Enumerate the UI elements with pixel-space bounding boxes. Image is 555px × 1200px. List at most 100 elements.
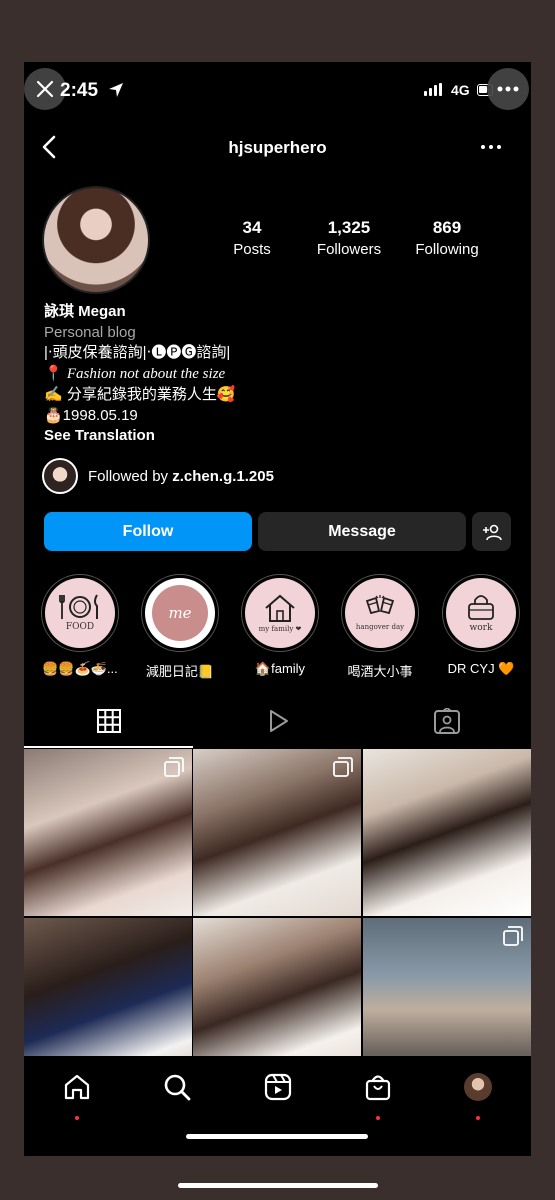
profile-tabs [24, 694, 531, 748]
grid-post[interactable] [24, 749, 192, 916]
followers-count: 1,325 [327, 218, 371, 237]
highlight-cover: hangover day [345, 578, 415, 648]
posts-stat[interactable]: 34 Posts [202, 218, 302, 258]
highlight-caption: 🍔🍔🍝🍜... [42, 661, 118, 676]
network-label: 4G [451, 82, 470, 98]
multiple-photos-icon [333, 757, 353, 777]
highlight-diet-diary[interactable]: me 減肥日記📒 [130, 574, 230, 680]
me-badge: me [152, 585, 208, 641]
more-options-icon[interactable] [478, 136, 504, 158]
reels-icon [264, 1073, 292, 1101]
add-person-icon [482, 524, 502, 540]
highlight-cover: me [145, 578, 215, 648]
highlight-ring: work [442, 574, 520, 652]
highlight-cover-label: me [168, 604, 192, 622]
profile-header: hjsuperhero [24, 126, 531, 168]
tagged-person-icon [433, 708, 460, 734]
posts-label: Posts [233, 241, 271, 258]
nav-profile[interactable] [461, 1070, 495, 1120]
highlight-cover: my family ❤ [245, 578, 315, 648]
highlight-cover-label: my family ❤ [258, 625, 302, 633]
grid-icon [96, 709, 121, 733]
notification-dot [75, 1116, 79, 1120]
ellipsis-icon [497, 86, 519, 92]
highlight-ring: FOOD [41, 574, 119, 652]
bio-line-2: 📍 Fashion not about the size [44, 364, 514, 385]
play-icon [269, 710, 288, 732]
bio-line-3: ✍️ 分享紀錄我的業務人生🥰 [44, 385, 236, 403]
message-button[interactable]: Message [258, 512, 466, 551]
bio-fashion-text: Fashion not about the size [66, 366, 226, 383]
home-icon [64, 1074, 90, 1100]
profile-avatar[interactable] [42, 186, 150, 294]
highlight-cover-label: hangover day [355, 623, 405, 631]
notification-dot [476, 1116, 480, 1120]
shopping-bag-icon [365, 1075, 391, 1101]
follow-button[interactable]: Follow [44, 512, 252, 551]
highlight-work[interactable]: work DR CYJ 🧡 [431, 574, 531, 677]
followed-by-text: Followed by z.chen.g.1.205 [88, 468, 274, 485]
followed-by-user: z.chen.g.1.205 [172, 467, 274, 485]
tab-tagged[interactable] [362, 694, 531, 748]
followers-stat[interactable]: 1,325 Followers [299, 218, 399, 258]
signal-icon [424, 83, 442, 96]
profile-avatar-small [464, 1073, 492, 1101]
following-label: Following [415, 241, 479, 258]
nav-home[interactable] [60, 1070, 94, 1120]
search-icon [164, 1074, 191, 1101]
highlight-food[interactable]: FOOD 🍔🍔🍝🍜... [30, 574, 130, 677]
highlight-caption: 喝酒大小事 [347, 664, 413, 679]
see-translation-link[interactable]: See Translation [44, 426, 514, 447]
highlight-drinking[interactable]: hangover day 喝酒大小事 [330, 574, 430, 680]
nav-shop[interactable] [361, 1070, 395, 1120]
cheers-glasses-icon [365, 595, 395, 615]
highlight-ring: my family ❤ [241, 574, 319, 652]
highlight-cover-label: FOOD [65, 622, 95, 632]
status-bar: 2:45 4G [24, 62, 531, 120]
followed-by[interactable]: Followed by z.chen.g.1.205 [42, 458, 274, 494]
display-name: 詠琪 Megan [44, 303, 126, 320]
category-label: Personal blog [44, 323, 136, 341]
highlight-family[interactable]: my family ❤ 🏠family [230, 574, 330, 677]
following-stat[interactable]: 869 Following [397, 218, 497, 258]
active-tab-indicator [24, 746, 193, 748]
handbag-icon [468, 595, 494, 620]
notification-dot [376, 1116, 380, 1120]
tab-posts-grid[interactable] [24, 694, 193, 748]
nav-reels[interactable] [261, 1070, 295, 1104]
multiple-photos-icon [503, 926, 523, 946]
home-indicator [186, 1134, 368, 1139]
pin-emoji: 📍 [44, 365, 63, 383]
followed-by-prefix: Followed by [88, 467, 173, 485]
posts-count: 34 [242, 218, 262, 237]
profile-username: hjsuperhero [228, 138, 327, 157]
highlight-caption: 🏠family [254, 661, 306, 676]
nav-search[interactable] [160, 1070, 194, 1104]
highlight-cover: work [446, 578, 516, 648]
following-count: 869 [432, 218, 462, 237]
house-icon [265, 594, 295, 622]
highlight-ring: hangover day [341, 574, 419, 652]
grid-post[interactable] [363, 749, 531, 916]
suggest-people-button[interactable] [472, 512, 511, 551]
grid-post[interactable] [193, 749, 361, 916]
bottom-nav [24, 1056, 531, 1156]
phone-screen: 2:45 4G hjsuperhero 34 Posts 1,325 Follo… [24, 62, 531, 1156]
highlight-ring: me [141, 574, 219, 652]
bio-line-1: |‧頭皮保養諮詢|‧🅛🅟🅖諮詢| [44, 344, 231, 362]
plate-cutlery-icon [59, 594, 98, 619]
tab-reels[interactable] [193, 694, 362, 748]
clock: 2:45 [60, 80, 99, 101]
overlay-more-button[interactable] [487, 68, 529, 110]
highlight-caption: 減肥日記📒 [145, 664, 215, 679]
multiple-photos-icon [164, 757, 184, 777]
bio-birthday: 🎂1998.05.19 [44, 406, 138, 424]
outer-home-indicator [178, 1183, 378, 1188]
location-arrow-icon [109, 83, 123, 97]
highlight-caption: DR CYJ 🧡 [447, 661, 515, 676]
mutual-follower-avatar [42, 458, 78, 494]
highlight-cover: FOOD [45, 578, 115, 648]
close-icon [36, 80, 54, 98]
highlight-cover-label: work [469, 623, 493, 633]
profile-bio: 詠琪 Megan Personal blog |‧頭皮保養諮詢|‧🅛🅟🅖諮詢| … [44, 302, 514, 447]
